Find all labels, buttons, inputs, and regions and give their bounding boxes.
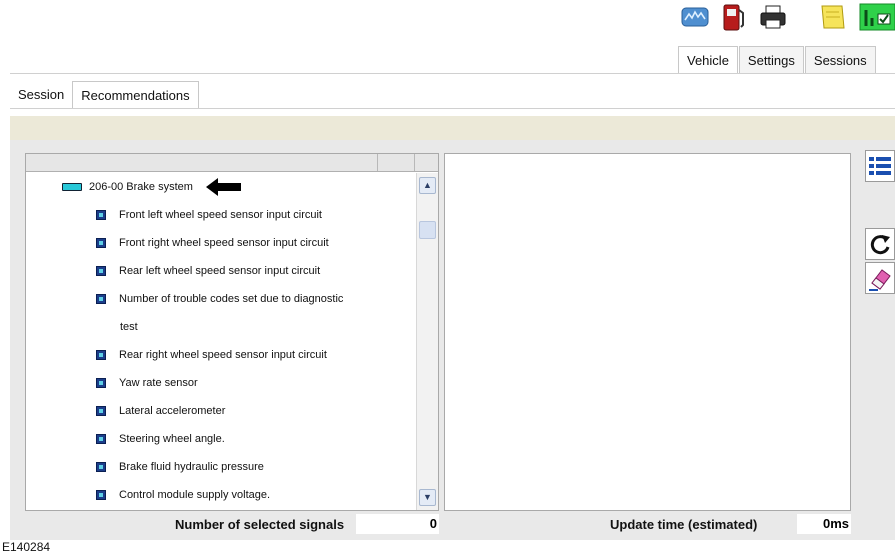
tree-item[interactable]: Steering wheel angle.: [96, 429, 225, 449]
list-view-button[interactable]: [865, 150, 895, 182]
tree-item[interactable]: Number of trouble codes set due to diagn…: [96, 289, 343, 309]
tab-session[interactable]: Session: [10, 81, 72, 109]
tree-item-continuation[interactable]: test: [120, 317, 138, 337]
signal-graph-panel: [444, 153, 851, 511]
scroll-down-icon[interactable]: ▼: [419, 489, 436, 506]
tree-item[interactable]: Yaw rate sensor: [96, 373, 198, 393]
printer-icon[interactable]: [758, 2, 788, 32]
tree-header: [26, 154, 416, 172]
tree-item-label: Front right wheel speed sensor input cir…: [119, 237, 329, 249]
tree-item[interactable]: Rear right wheel speed sensor input circ…: [96, 345, 327, 365]
sub-tab-bar: Session Recommendations: [10, 81, 199, 109]
figure-id: E140284: [2, 540, 51, 554]
signal-icon: [96, 406, 106, 416]
signal-icon: [96, 490, 106, 500]
tree-item[interactable]: Brake fluid hydraulic pressure: [96, 457, 264, 477]
tree-item-label: Brake fluid hydraulic pressure: [119, 461, 264, 473]
pointer-arrow-icon: [206, 178, 241, 196]
tree-scrollbar[interactable]: ▲ ▼: [416, 173, 438, 510]
tree-item-label: Number of trouble codes set due to diagn…: [119, 293, 344, 305]
tree-item-label: Rear right wheel speed sensor input circ…: [119, 349, 327, 361]
toolbar-band: [10, 116, 895, 140]
selected-signals-label: Number of selected signals: [175, 517, 345, 532]
sub-tab-divider: [10, 108, 895, 109]
column-header-value[interactable]: [378, 154, 415, 171]
fuel-pump-icon[interactable]: [718, 2, 748, 32]
tab-sessions[interactable]: Sessions: [804, 46, 876, 74]
refresh-button[interactable]: [865, 228, 895, 260]
clear-button[interactable]: [865, 262, 895, 294]
eraser-icon: [869, 269, 891, 291]
tree-item[interactable]: Control module supply voltage.: [96, 485, 270, 505]
signal-icon: [96, 434, 106, 444]
signal-icon: [96, 350, 106, 360]
tree-root-node[interactable]: 206-00 Brake system: [62, 177, 193, 197]
column-header-name[interactable]: [26, 154, 378, 171]
tree-item-label: Control module supply voltage.: [119, 489, 271, 501]
tab-divider: [10, 73, 895, 74]
tree-item[interactable]: Front right wheel speed sensor input cir…: [96, 233, 329, 253]
tree-item-label: Front left wheel speed sensor input circ…: [119, 209, 322, 221]
scroll-up-icon[interactable]: ▲: [419, 177, 436, 194]
selected-signals-count: 0: [356, 514, 439, 534]
checklist-icon[interactable]: [858, 2, 895, 32]
tree-item[interactable]: Rear left wheel speed sensor input circu…: [96, 261, 320, 281]
network-icon[interactable]: [680, 2, 710, 32]
refresh-icon: [870, 235, 890, 255]
tree-item[interactable]: Lateral accelerometer: [96, 401, 225, 421]
tab-recommendations[interactable]: Recommendations: [72, 81, 199, 109]
scroll-thumb[interactable]: [419, 221, 436, 239]
signal-icon: [96, 210, 106, 220]
tree-header-corner: [416, 154, 438, 172]
tab-settings[interactable]: Settings: [738, 46, 804, 74]
signal-icon: [96, 266, 106, 276]
signal-icon: [96, 378, 106, 388]
tree-root-label: 206-00 Brake system: [89, 181, 193, 193]
update-time-label: Update time (estimated): [610, 517, 758, 532]
list-icon: [869, 157, 891, 175]
update-time-value: 0ms: [797, 514, 851, 534]
module-icon: [62, 183, 82, 191]
signal-icon: [96, 294, 106, 304]
signal-icon: [96, 462, 106, 472]
tree-item[interactable]: Front left wheel speed sensor input circ…: [96, 205, 322, 225]
tree-item-label: Yaw rate sensor: [119, 377, 198, 389]
notes-icon[interactable]: [818, 2, 848, 32]
tab-vehicle[interactable]: Vehicle: [678, 46, 738, 74]
signal-icon: [96, 238, 106, 248]
tree-item-label: Steering wheel angle.: [119, 433, 225, 445]
main-tab-bar: Vehicle Settings Sessions: [678, 46, 877, 74]
signal-tree-panel: 206-00 Brake system Front left wheel spe…: [25, 153, 439, 511]
tree-item-label: Rear left wheel speed sensor input circu…: [119, 265, 321, 277]
tree-item-label: Lateral accelerometer: [119, 405, 226, 417]
tree-item-label: test: [120, 321, 138, 333]
